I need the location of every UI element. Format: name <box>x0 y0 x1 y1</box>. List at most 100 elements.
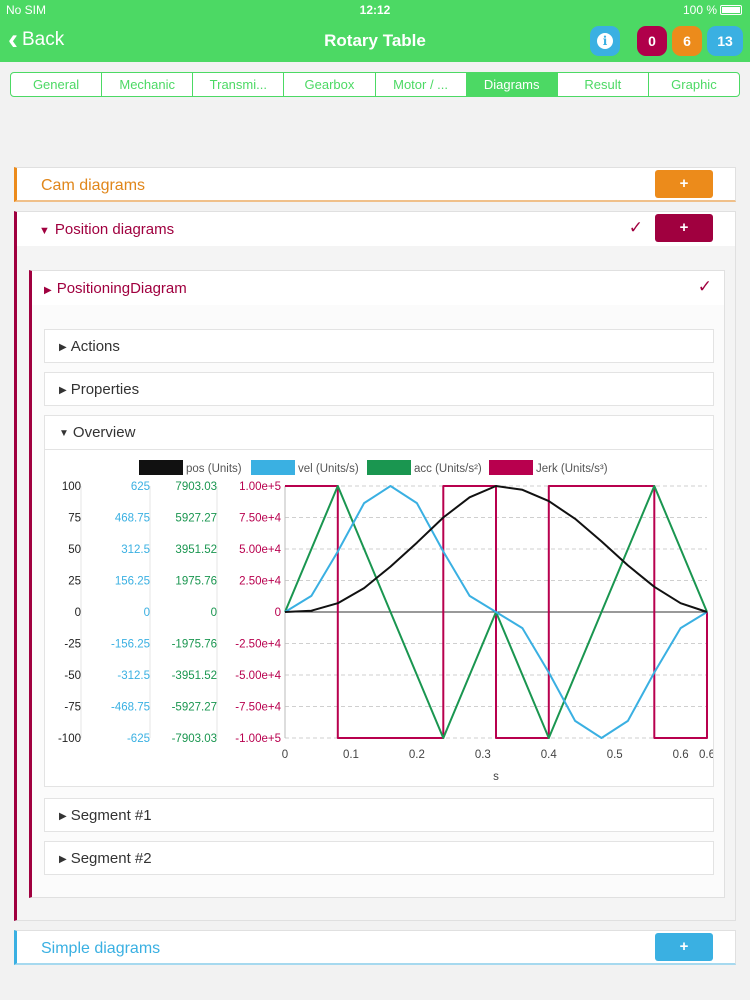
position-diagrams-section: ▼ Position diagrams ✓ + ▶ PositioningDiagr… <box>14 211 736 921</box>
segment-1-label: Segment #1 <box>70 807 152 824</box>
y-tick-label: -5.00e+4 <box>235 670 281 682</box>
x-tick-label: 0.6 <box>699 749 713 761</box>
tab-result[interactable]: Result <box>558 73 649 96</box>
actions-title[interactable]: ▶ Actions <box>59 338 120 355</box>
y-tick-label: -25 <box>64 639 81 651</box>
cam-diagrams-title[interactable]: Cam diagrams <box>41 177 145 195</box>
info-icon: i <box>597 33 613 49</box>
add-position-diagram-button[interactable]: + <box>655 214 713 242</box>
legend-label: vel (Units/s) <box>298 463 359 475</box>
legend-swatch <box>367 460 411 475</box>
position-diagrams-title[interactable]: ▼ Position diagrams <box>39 221 174 238</box>
x-tick-label: 0.3 <box>475 749 491 761</box>
error-count-badge[interactable]: 0 <box>637 26 667 56</box>
y-tick-label: -5927.27 <box>172 702 217 714</box>
x-axis-label: s <box>493 771 499 783</box>
battery-indicator: 100 % <box>683 3 742 17</box>
y-tick-label: 100 <box>62 481 81 493</box>
legend-label: pos (Units) <box>186 463 242 475</box>
legend-swatch <box>489 460 533 475</box>
legend-swatch <box>139 460 183 475</box>
tab-graphic[interactable]: Graphic <box>649 73 739 96</box>
y-tick-label: 25 <box>68 576 81 588</box>
add-cam-diagram-button[interactable]: + <box>655 170 713 198</box>
actions-label: Actions <box>70 338 120 355</box>
back-button[interactable]: ‹ Back <box>8 23 64 56</box>
tab-mechanic[interactable]: Mechanic <box>102 73 194 96</box>
properties-subsection[interactable]: ▶ Properties <box>44 372 714 406</box>
segment-2-subsection[interactable]: ▶ Segment #2 <box>44 841 714 875</box>
triangle-right-icon: ▶ <box>59 342 67 353</box>
overview-label: Overview <box>72 424 136 441</box>
segment-1-title[interactable]: ▶ Segment #1 <box>59 807 152 824</box>
x-tick-label: 0.5 <box>607 749 623 761</box>
properties-title[interactable]: ▶ Properties <box>59 381 139 398</box>
x-tick-label: 0.1 <box>343 749 359 761</box>
overview-chart: 100 75 50 25 0 -25 -50 -75 -100 625 468.75 312.5 156… <box>45 450 715 788</box>
triangle-right-icon: ▶ <box>59 385 67 396</box>
y-tick-label: -312.5 <box>117 670 150 682</box>
y-tick-label: 2.50e+4 <box>239 576 281 588</box>
y-tick-label: 0 <box>75 607 81 619</box>
y-tick-label: 1.00e+5 <box>239 481 281 493</box>
y-tick-label: -3951.52 <box>172 670 217 682</box>
tab-transmission[interactable]: Transmi... <box>193 73 285 96</box>
positioning-diagram-header: ▶ PositioningDiagram ✓ <box>32 271 724 305</box>
info-count-badge[interactable]: 13 <box>707 26 743 56</box>
x-tick-label: 0.2 <box>409 749 425 761</box>
warning-count-badge[interactable]: 6 <box>672 26 702 56</box>
tab-gearbox[interactable]: Gearbox <box>284 73 376 96</box>
status-bar: No SIM 12:12 100 % <box>0 0 750 20</box>
clock: 12:12 <box>359 3 391 17</box>
y-tick-label: -7903.03 <box>172 733 217 745</box>
triangle-right-icon: ▶ <box>59 854 67 865</box>
triangle-right-icon: ▶ <box>44 285 52 296</box>
y-tick-label: -75 <box>64 702 81 714</box>
add-simple-diagram-button[interactable]: + <box>655 933 713 961</box>
position-diagrams-label: Position diagrams <box>54 221 175 238</box>
y-tick-label: -7.50e+4 <box>235 702 281 714</box>
chevron-left-icon: ‹ <box>8 23 18 56</box>
x-tick-label: 0.4 <box>541 749 558 761</box>
y-tick-label: -100 <box>58 733 81 745</box>
tab-diagrams[interactable]: Diagrams <box>466 73 558 96</box>
legend-label: acc (Units/s²) <box>414 463 482 475</box>
y-tick-label: 312.5 <box>121 544 150 556</box>
check-icon: ✓ <box>628 218 643 237</box>
tab-motor[interactable]: Motor / ... <box>376 73 467 96</box>
y-tick-label: 625 <box>131 481 150 493</box>
cam-diagrams-section: Cam diagrams + <box>14 167 736 202</box>
x-tick-label: 0.6 <box>673 749 689 761</box>
x-tick-label: 0 <box>282 749 288 761</box>
position-diagrams-header: ▼ Position diagrams ✓ + <box>17 212 735 246</box>
positioning-diagram-label: PositioningDiagram <box>56 280 187 297</box>
y-tick-label: 50 <box>68 544 81 556</box>
tab-general[interactable]: General <box>11 73 103 96</box>
overview-title[interactable]: ▼ Overview <box>59 424 135 441</box>
segment-2-label: Segment #2 <box>70 850 152 867</box>
actions-subsection[interactable]: ▶ Actions <box>44 329 714 363</box>
simple-diagrams-title[interactable]: Simple diagrams <box>41 940 160 958</box>
segment-1-subsection[interactable]: ▶ Segment #1 <box>44 798 714 832</box>
y-tick-label: 468.75 <box>115 513 150 525</box>
nav-bar: ‹ Back Rotary Table i 0 6 13 <box>0 20 750 62</box>
y-tick-label: 0 <box>275 607 281 619</box>
segmented-tabs: General Mechanic Transmi... Gearbox Moto… <box>10 72 740 97</box>
info-button[interactable]: i <box>590 26 620 56</box>
y-tick-label: -156.25 <box>111 639 150 651</box>
y-tick-label: 1975.76 <box>175 576 217 588</box>
segment-2-title[interactable]: ▶ Segment #2 <box>59 850 152 867</box>
y-tick-label: 3951.52 <box>175 544 217 556</box>
simple-diagrams-section: Simple diagrams + <box>14 930 736 965</box>
y-tick-label: 0 <box>211 607 217 619</box>
chart-svg: 100 75 50 25 0 -25 -50 -75 -100 625 468.75 312.5 156… <box>58 460 715 783</box>
y-tick-label: 156.25 <box>115 576 150 588</box>
triangle-down-icon: ▼ <box>39 225 50 237</box>
positioning-diagram-title[interactable]: ▶ PositioningDiagram <box>44 280 187 297</box>
y-tick-label: -625 <box>127 733 150 745</box>
y-tick-label: -1.00e+5 <box>235 733 281 745</box>
properties-label: Properties <box>70 381 140 398</box>
check-icon: ✓ <box>697 277 712 296</box>
y-tick-label: 5.00e+4 <box>239 544 281 556</box>
y-tick-label: 7.50e+4 <box>239 513 281 525</box>
